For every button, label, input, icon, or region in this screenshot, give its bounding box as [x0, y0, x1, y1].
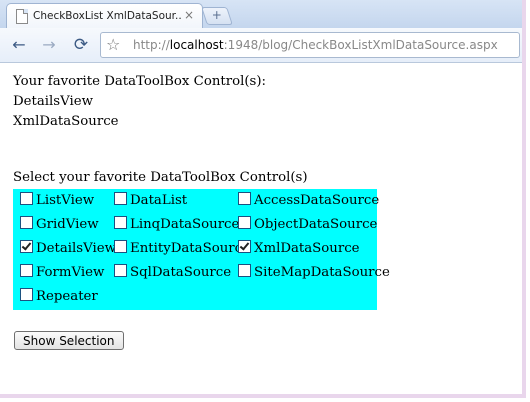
selection-output: Your favorite DataToolBox Control(s): De… [13, 72, 266, 132]
toolbar: ← → ⟳ ☆ http://localhost:1948/blog/Check… [0, 28, 522, 63]
checkbox[interactable] [114, 216, 127, 229]
checkbox-label: DataList [130, 193, 188, 208]
checkbox-item[interactable]: AccessDataSource [238, 192, 379, 212]
checkbox[interactable] [20, 288, 33, 301]
browser-tab[interactable]: CheckBoxList XmlDataSour... × [6, 3, 203, 29]
selected-item: XmlDataSource [13, 114, 119, 129]
new-tab-button[interactable]: + [201, 7, 233, 25]
checkbox-item[interactable]: LinqDataSource [114, 216, 239, 236]
checkbox[interactable] [20, 216, 33, 229]
checkbox-item[interactable]: XmlDataSource [238, 240, 360, 260]
checkbox-label: FormView [36, 265, 105, 280]
url-text: http://localhost:1948/blog/CheckBoxListX… [133, 38, 498, 52]
checkbox-label: ObjectDataSource [254, 217, 378, 232]
checkbox[interactable] [114, 240, 127, 253]
checkbox-item[interactable]: DetailsView [20, 240, 116, 260]
checkbox-label: EntityDataSource [130, 241, 250, 256]
forward-icon[interactable]: → [38, 34, 60, 56]
page-icon [16, 9, 28, 24]
checkbox[interactable] [238, 216, 251, 229]
checkbox-label: XmlDataSource [254, 241, 360, 256]
tab-title: CheckBoxList XmlDataSour... [33, 10, 181, 22]
checkbox-label: SqlDataSource [130, 265, 232, 280]
tab-strip: CheckBoxList XmlDataSour... × + [0, 0, 522, 29]
favorite-heading: Your favorite DataToolBox Control(s): [13, 74, 267, 89]
checkbox-checked[interactable] [238, 240, 251, 253]
selected-item: DetailsView [13, 94, 94, 109]
checkbox-label: SiteMapDataSource [254, 265, 390, 280]
checkbox[interactable] [20, 264, 33, 277]
bookmark-star-icon[interactable]: ☆ [106, 35, 120, 54]
checkbox-label: ListView [36, 193, 95, 208]
checkbox[interactable] [238, 192, 251, 205]
back-icon[interactable]: ← [8, 34, 30, 56]
checkbox-item[interactable]: FormView [20, 264, 104, 284]
checkbox-item[interactable]: Repeater [20, 288, 98, 308]
checkbox-item[interactable]: EntityDataSource [114, 240, 250, 260]
checkbox-item[interactable]: SiteMapDataSource [238, 264, 390, 284]
checkbox-label: Repeater [36, 289, 98, 304]
close-tab-icon[interactable]: × [184, 8, 194, 22]
checkbox-item[interactable]: SqlDataSource [114, 264, 231, 284]
checkbox-label: DetailsView [36, 241, 117, 256]
reload-icon[interactable]: ⟳ [70, 34, 92, 56]
checkbox-item[interactable]: DataList [114, 192, 187, 212]
checkbox[interactable] [238, 264, 251, 277]
checkbox-item[interactable]: ObjectDataSource [238, 216, 377, 236]
checkbox-label: LinqDataSource [130, 217, 240, 232]
select-heading: Select your favorite DataToolBox Control… [13, 170, 308, 185]
checkbox-label: GridView [36, 217, 99, 232]
checkbox-item[interactable]: ListView [20, 192, 94, 212]
checkbox-label: AccessDataSource [254, 193, 380, 208]
plus-icon: + [211, 8, 222, 22]
checkbox-checked[interactable] [20, 240, 33, 253]
browser-window: CheckBoxList XmlDataSour... × + ← → ⟳ ☆ … [0, 0, 526, 398]
checkbox[interactable] [114, 192, 127, 205]
checkbox-item[interactable]: GridView [20, 216, 99, 236]
checkbox-list: ListView DataList AccessDataSource GridView… [13, 189, 390, 310]
checkbox[interactable] [114, 264, 127, 277]
checkbox[interactable] [20, 192, 33, 205]
show-selection-button[interactable]: Show Selection [14, 331, 124, 350]
address-bar[interactable]: ☆ http://localhost:1948/blog/CheckBoxLis… [100, 32, 520, 58]
